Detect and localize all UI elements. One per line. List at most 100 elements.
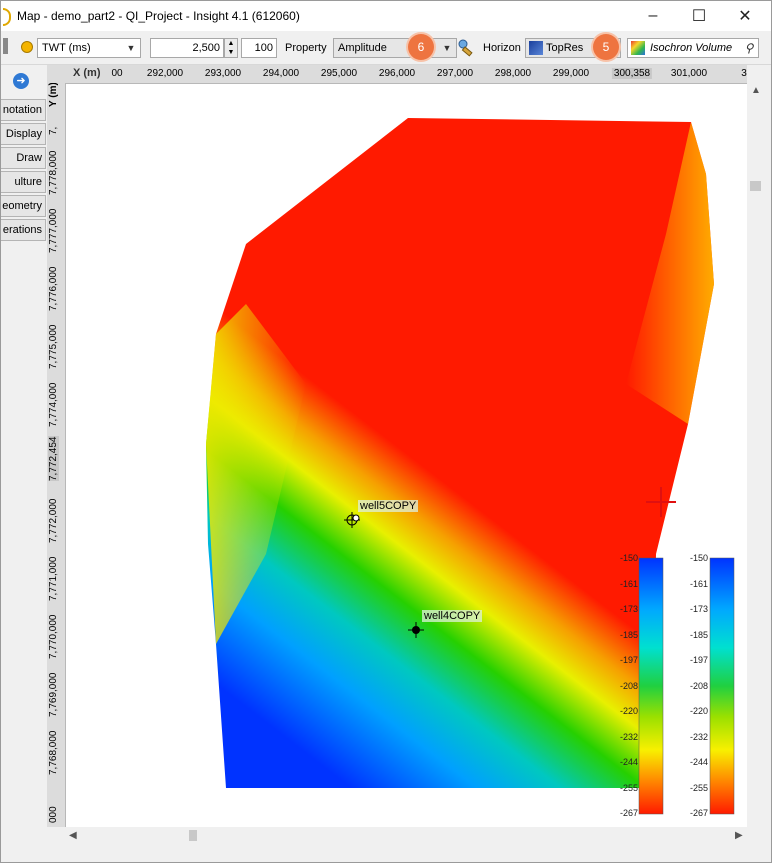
x-axis-label: X (m) [73, 67, 101, 79]
volume-select-value: Isochron Volume [650, 42, 733, 54]
minimize-button[interactable]: – [630, 1, 676, 31]
window-title: Map - demo_part2 - QI_Project - Insight … [17, 9, 300, 23]
colorbar-tick: -197 [620, 655, 639, 665]
x-tick: 294,000 [262, 68, 300, 79]
map-window: Map - demo_part2 - QI_Project - Insight … [0, 0, 772, 863]
y-ruler: Y (m) 7, 7,778,000 7,777,000 7,776,000 7… [47, 83, 66, 827]
colorbar-tick: -185 [690, 630, 709, 640]
time-input[interactable]: 2,500 [150, 38, 224, 58]
horizontal-scrollbar[interactable]: ◀ ▶ [65, 827, 747, 844]
colorbar-tick: -232 [690, 732, 709, 742]
y-tick: 7,771,000 [48, 556, 59, 602]
colorbar-tick: -150 [620, 553, 639, 563]
sidebar-tab-geometry[interactable]: eometry [1, 195, 46, 217]
x-tick: 298,000 [494, 68, 532, 79]
chevron-down-icon: ▼ [126, 43, 136, 53]
well-label: well4COPY [422, 610, 483, 622]
colorbar-right [709, 557, 735, 815]
sidebar-tab-draw[interactable]: Draw [1, 147, 46, 169]
scroll-right-icon[interactable]: ▶ [735, 830, 743, 841]
x-tick: 295,000 [320, 68, 358, 79]
x-tick: 301,000 [670, 68, 708, 79]
app-icon [3, 8, 11, 26]
domain-select[interactable]: TWT (ms) ▼ [37, 38, 141, 58]
amplitude-map [206, 118, 735, 815]
y-tick: 7,770,000 [48, 614, 59, 660]
colorbar-tick: -150 [690, 553, 709, 563]
colorbar-tick: -185 [620, 630, 639, 640]
scroll-left-icon[interactable]: ◀ [69, 830, 77, 841]
volume-select[interactable]: Isochron Volume ⚲ [627, 38, 759, 58]
horizon-select-value: TopRes [546, 42, 584, 54]
scroll-up-icon[interactable]: ▲ [751, 85, 761, 96]
toolbar-grip [3, 38, 8, 54]
colorbar-tick: -173 [690, 604, 709, 614]
step-input[interactable]: 100 [241, 38, 277, 58]
search-icon[interactable]: ⚲ [740, 39, 758, 57]
horizontal-scroll-thumb[interactable] [189, 830, 197, 841]
chevron-down-icon: ▼ [442, 43, 452, 53]
x-tick: 299,000 [552, 68, 590, 79]
well-label: well5COPY [358, 500, 419, 512]
time-spinner[interactable]: ▲ ▼ [224, 38, 238, 58]
colorbar-tick: -220 [690, 706, 709, 716]
close-button[interactable]: ✕ [722, 1, 768, 31]
colorbar-tick: -161 [690, 579, 709, 589]
domain-select-value: TWT (ms) [42, 42, 91, 54]
colorbar-tick: -255 [620, 783, 639, 793]
property-select-value: Amplitude [338, 42, 387, 54]
vertical-scroll-thumb[interactable] [750, 181, 761, 191]
y-tick: 000 [48, 806, 59, 823]
property-select[interactable]: Amplitude ▼ [333, 38, 457, 58]
y-tick: 7,777,000 [48, 208, 59, 254]
colorbar-tick: -255 [690, 783, 709, 793]
y-tick: 7,768,000 [48, 730, 59, 776]
colorbar-tick: -244 [690, 757, 709, 767]
callout-badge-property: 6 [408, 34, 434, 60]
y-tick: 7,776,000 [48, 266, 59, 312]
x-tick: 3 [741, 68, 747, 79]
colorbar-tick: -208 [620, 681, 639, 691]
x-ruler: X (m) 00 292,000 293,000 294,000 295,000… [47, 65, 747, 84]
y-axis-label: Y (m) [48, 83, 59, 107]
y-cursor-readout: 7,772,454 [48, 436, 59, 481]
colorbar-tick: -208 [690, 681, 709, 691]
y-tick: 7,778,000 [48, 150, 59, 196]
colorbar-left [638, 557, 664, 815]
x-tick: 296,000 [378, 68, 416, 79]
horizon-grid-icon [529, 41, 543, 55]
sidebar-tab-operations[interactable]: erations [1, 219, 46, 241]
spin-down-icon: ▼ [227, 49, 235, 56]
colorbar-tick: -161 [620, 579, 639, 589]
y-tick: 7,772,000 [48, 498, 59, 544]
x-tick: 292,000 [146, 68, 184, 79]
sidebar-tab-culture[interactable]: ulture [1, 171, 46, 193]
property-label: Property [285, 42, 327, 54]
x-tick: 00 [111, 68, 123, 79]
colorbar-tick: -197 [690, 655, 709, 665]
horizon-label: Horizon [483, 42, 521, 54]
maximize-button[interactable]: ☐ [676, 1, 722, 31]
colorbar-tick: -267 [620, 808, 639, 818]
callout-badge-horizon: 5 [593, 34, 619, 60]
volume-cube-icon [631, 41, 645, 55]
y-tick: 7,769,000 [48, 672, 59, 718]
y-tick: 7,774,000 [48, 382, 59, 428]
x-tick: 293,000 [204, 68, 242, 79]
x-cursor-readout: 300,358 [611, 68, 653, 79]
sidebar-tab-display[interactable]: Display [1, 123, 46, 145]
spin-up-icon: ▲ [227, 40, 235, 47]
colorbar-tick: -220 [620, 706, 639, 716]
vertical-scrollbar[interactable]: ▲ [747, 65, 764, 827]
sidebar-tab-annotation[interactable]: notation [1, 99, 46, 121]
colorbar-tick: -267 [690, 808, 709, 818]
property-settings-icon[interactable] [458, 38, 476, 58]
map-toolbar: TWT (ms) ▼ 2,500 ▲ ▼ 100 Property Amplit… [1, 32, 771, 65]
nav-forward-icon[interactable]: ➜ [13, 73, 29, 89]
title-bar: Map - demo_part2 - QI_Project - Insight … [1, 1, 771, 31]
domain-dot-icon [21, 41, 33, 53]
left-panel: ➜ notation Display Draw ulture eometry e… [1, 65, 47, 862]
colorbar-tick: -244 [620, 757, 639, 767]
colorbar-tick: -173 [620, 604, 639, 614]
map-canvas[interactable]: well5COPY well4COPY -150 -161 -173 -185 … [66, 84, 747, 827]
